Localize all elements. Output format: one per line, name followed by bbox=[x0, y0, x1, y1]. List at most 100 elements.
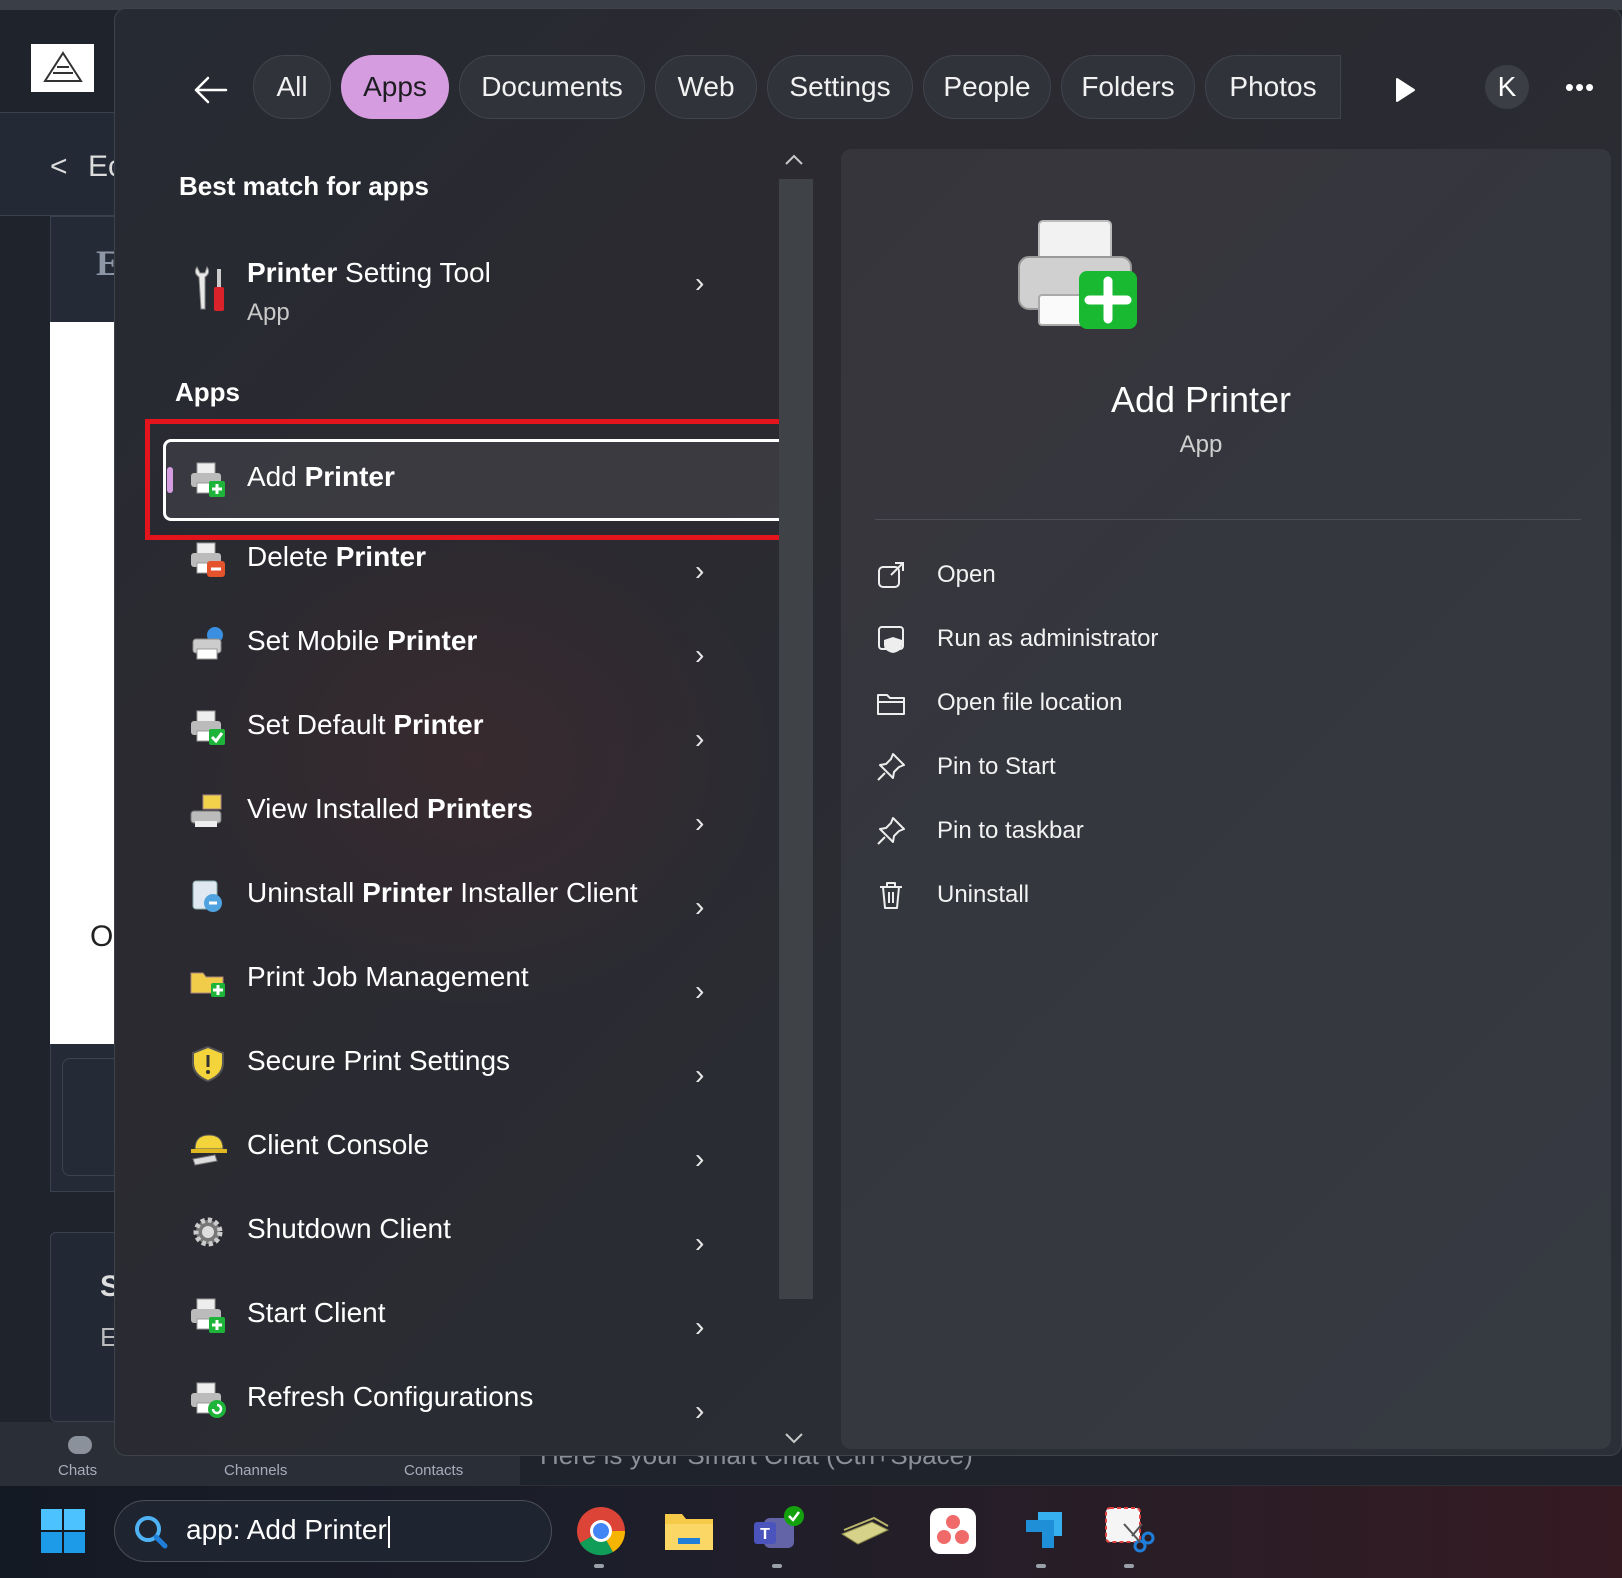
action-label: Uninstall bbox=[937, 881, 1030, 908]
taskbar-search-input[interactable]: app: Add Printer bbox=[186, 1514, 390, 1548]
app-result-set-mobile-printer[interactable]: Set Mobile Printer bbox=[163, 605, 775, 683]
uninstall-client-icon bbox=[192, 880, 222, 912]
printer-setting-tool-icon bbox=[194, 265, 224, 311]
print-job-icon bbox=[190, 972, 225, 997]
scroll-up-icon[interactable] bbox=[783, 151, 805, 172]
chevron-right-icon[interactable]: › bbox=[695, 1143, 711, 1174]
svg-text:T: T bbox=[760, 1526, 770, 1543]
pin-icon bbox=[877, 753, 905, 781]
app-result-label: Secure Print Settings bbox=[247, 1045, 511, 1076]
mobile-printer-icon bbox=[192, 627, 223, 660]
asana-icon[interactable] bbox=[926, 1504, 980, 1558]
filter-chip-documents[interactable]: Documents bbox=[459, 55, 645, 119]
installed-printers-icon bbox=[190, 794, 222, 827]
teams-icon[interactable]: T bbox=[750, 1504, 804, 1558]
money-icon[interactable] bbox=[838, 1504, 892, 1558]
filter-chip-folders[interactable]: Folders bbox=[1061, 55, 1195, 119]
app-result-label: Start Client bbox=[247, 1297, 386, 1328]
chevron-right-icon[interactable]: › bbox=[695, 1311, 711, 1342]
action-run-as-administrator[interactable]: Run as administrator bbox=[875, 613, 1295, 665]
best-match-heading: Best match for apps bbox=[179, 171, 429, 201]
preview-pane bbox=[841, 149, 1611, 1449]
action-uninstall[interactable]: Uninstall bbox=[875, 869, 1295, 921]
back-arrow-icon[interactable] bbox=[189, 69, 231, 111]
snipping-tool-icon[interactable] bbox=[1102, 1504, 1156, 1558]
background-text: O bbox=[90, 920, 114, 953]
chevron-right-icon[interactable]: › bbox=[695, 723, 711, 754]
action-label: Pin to Start bbox=[937, 753, 1056, 780]
filter-chip-settings[interactable]: Settings bbox=[767, 55, 913, 119]
open-external-icon bbox=[878, 562, 904, 588]
app-result-label: Set Default Printer bbox=[247, 709, 484, 740]
results-scrollbar[interactable] bbox=[779, 179, 813, 1299]
nav-channels[interactable]: Channels bbox=[224, 1462, 287, 1479]
pin-icon bbox=[877, 817, 905, 845]
filter-chip-all[interactable]: All bbox=[253, 55, 331, 119]
app-result-start-client[interactable]: Start Client bbox=[163, 1277, 775, 1355]
filter-chip-web[interactable]: Web bbox=[655, 55, 757, 119]
app-icon[interactable] bbox=[1014, 1504, 1068, 1558]
best-match-chevron-icon[interactable]: › bbox=[695, 267, 711, 298]
chevron-right-icon[interactable]: › bbox=[695, 639, 711, 670]
add-printer-large-icon bbox=[1018, 220, 1137, 329]
preview-type: App bbox=[1179, 431, 1223, 458]
background-back-button[interactable]: < bbox=[50, 150, 68, 184]
app-result-refresh-configurations[interactable]: Refresh Configurations bbox=[163, 1361, 775, 1439]
printer-delete-icon bbox=[191, 542, 225, 577]
account-avatar[interactable]: K bbox=[1485, 65, 1529, 109]
chevron-right-icon[interactable]: › bbox=[695, 1395, 711, 1426]
action-label: Run as administrator bbox=[937, 625, 1159, 652]
scroll-down-icon[interactable] bbox=[783, 1429, 805, 1450]
nav-chats[interactable]: Chats bbox=[58, 1462, 97, 1479]
filter-chip-photos[interactable]: Photos bbox=[1205, 55, 1341, 119]
chevron-right-icon[interactable]: › bbox=[695, 891, 711, 922]
chrome-running-indicator bbox=[594, 1564, 604, 1568]
app-result-uninstall-printer-installer-client[interactable]: Uninstall Printer Installer Client bbox=[163, 857, 775, 935]
app-result-client-console[interactable]: Client Console bbox=[163, 1109, 775, 1187]
action-open-file-location[interactable]: Open file location bbox=[875, 677, 1295, 729]
nav-contacts[interactable]: Contacts bbox=[404, 1462, 463, 1479]
chevron-right-icon[interactable]: › bbox=[695, 807, 711, 838]
preview-title: Add Printer bbox=[1110, 379, 1292, 420]
hard-hat-icon bbox=[191, 1134, 227, 1166]
app-result-print-job-management[interactable]: Print Job Management bbox=[163, 941, 775, 1019]
action-open[interactable]: Open bbox=[875, 549, 1295, 601]
more-filters-play-icon[interactable] bbox=[1377, 67, 1433, 113]
filter-chip-apps[interactable]: Apps bbox=[341, 55, 449, 119]
app-result-view-installed-printers[interactable]: View Installed Printers bbox=[163, 773, 775, 851]
gear-icon bbox=[193, 1217, 223, 1247]
action-label: Open bbox=[937, 561, 996, 588]
chevron-right-icon[interactable]: › bbox=[695, 975, 711, 1006]
snipping-tool-running-indicator bbox=[1124, 1564, 1134, 1568]
chevron-right-icon[interactable]: › bbox=[695, 1227, 711, 1258]
search-icon bbox=[135, 1516, 168, 1549]
windows-start-icon[interactable] bbox=[40, 1508, 86, 1554]
app-result-label: Print Job Management bbox=[247, 961, 529, 992]
apps-heading: Apps bbox=[175, 377, 240, 407]
best-match-type: App bbox=[247, 299, 290, 326]
app-result-label: Delete Printer bbox=[247, 541, 426, 572]
action-pin-to-taskbar[interactable]: Pin to taskbar bbox=[875, 805, 1295, 857]
file-explorer-icon[interactable] bbox=[662, 1504, 716, 1558]
app-result-set-default-printer[interactable]: Set Default Printer bbox=[163, 689, 775, 767]
action-pin-to-start[interactable]: Pin to Start bbox=[875, 741, 1295, 793]
action-label: Pin to taskbar bbox=[937, 817, 1084, 844]
app-result-shutdown-client[interactable]: Shutdown Client bbox=[163, 1193, 775, 1271]
text-caret bbox=[387, 1515, 390, 1548]
action-label: Open file location bbox=[937, 689, 1123, 716]
app-result-label: Shutdown Client bbox=[247, 1213, 451, 1244]
folder-icon bbox=[877, 694, 905, 715]
more-options-button[interactable]: ••• bbox=[1555, 65, 1605, 109]
app-result-label: View Installed Printers bbox=[247, 793, 533, 824]
chevron-right-icon[interactable]: › bbox=[695, 555, 711, 586]
app-running-indicator bbox=[1036, 1564, 1046, 1568]
chrome-icon[interactable] bbox=[574, 1504, 628, 1558]
app-result-secure-print-settings[interactable]: Secure Print Settings bbox=[163, 1025, 775, 1103]
trash-icon bbox=[880, 882, 902, 909]
highlight-box bbox=[145, 419, 809, 540]
printer-default-icon bbox=[191, 710, 225, 745]
chats-icon bbox=[68, 1436, 92, 1454]
chevron-right-icon[interactable]: › bbox=[695, 1059, 711, 1090]
filter-chip-people[interactable]: People bbox=[923, 55, 1051, 119]
app-result-label: Set Mobile Printer bbox=[247, 625, 478, 656]
